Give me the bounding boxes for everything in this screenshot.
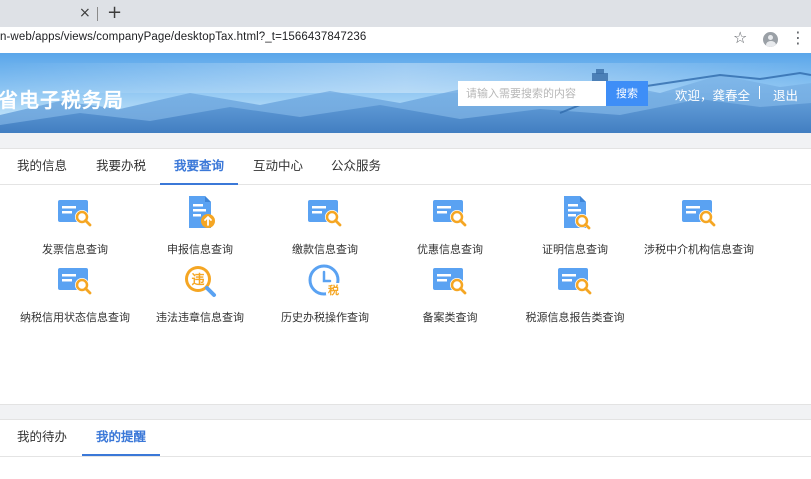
tab-separator: [97, 7, 98, 21]
card-search-icon: [433, 200, 467, 227]
service-label: 税源信息报告类查询: [525, 311, 625, 324]
certificate-search-icon: [564, 196, 591, 230]
tab-tax-handling[interactable]: 我要办税: [82, 149, 160, 184]
tab-interaction-center[interactable]: 互动中心: [239, 149, 317, 184]
browser-tab[interactable]: ×: [0, 0, 96, 27]
site-header-banner: 省电子税务局 搜索 欢迎，龚春全 退出: [0, 53, 811, 133]
bottom-tabs: 我的待办 我的提醒: [0, 420, 811, 457]
card-search-icon: [433, 268, 467, 295]
bookmark-star-icon[interactable]: ☆: [733, 28, 747, 48]
url-text[interactable]: n-web/apps/views/companyPage/desktopTax.…: [0, 31, 366, 43]
address-bar[interactable]: n-web/apps/views/companyPage/desktopTax.…: [0, 27, 811, 54]
card-search-icon: [58, 268, 92, 295]
section-gap: [0, 133, 811, 149]
card-search-icon: [682, 200, 716, 227]
service-intermediary-query[interactable]: 涉税中介机构信息查询: [634, 195, 764, 257]
tax-search-icon: 违: [185, 266, 216, 297]
header-divider: [759, 86, 760, 99]
card-search-icon: [58, 200, 92, 227]
new-tab-icon[interactable]: +: [107, 3, 122, 23]
browser-menu-icon[interactable]: ⋮: [790, 29, 806, 47]
section-gap: [0, 404, 811, 420]
search-input[interactable]: [458, 81, 606, 106]
tab-my-reminders[interactable]: 我的提醒: [82, 420, 160, 456]
card-search-icon: [308, 200, 342, 227]
tab-my-info[interactable]: 我的信息: [3, 149, 81, 184]
welcome-user-text: 欢迎，龚春全: [675, 88, 751, 103]
tab-my-todo[interactable]: 我的待办: [3, 420, 81, 455]
violation-char: 违: [191, 272, 204, 288]
service-tax-source-query[interactable]: 税源信息报告类查询: [510, 263, 640, 325]
tab-public-service[interactable]: 公众服务: [317, 149, 395, 184]
search-button[interactable]: 搜索: [606, 81, 648, 106]
clock-tax-icon: 税: [308, 264, 341, 297]
logout-link[interactable]: 退出: [773, 85, 798, 104]
profile-avatar-icon[interactable]: [763, 32, 778, 47]
main-tabs: 我的信息 我要办税 我要查询 互动中心 公众服务: [0, 149, 811, 185]
browser-tab-bar: × +: [0, 0, 811, 27]
document-upload-icon: [189, 196, 215, 228]
site-title: 省电子税务局: [0, 88, 124, 112]
card-search-icon: [558, 268, 592, 295]
tax-char: 税: [328, 283, 339, 297]
close-tab-icon[interactable]: ×: [79, 5, 91, 21]
service-label: 涉税中介机构信息查询: [644, 243, 754, 256]
tab-query[interactable]: 我要查询: [160, 149, 238, 185]
